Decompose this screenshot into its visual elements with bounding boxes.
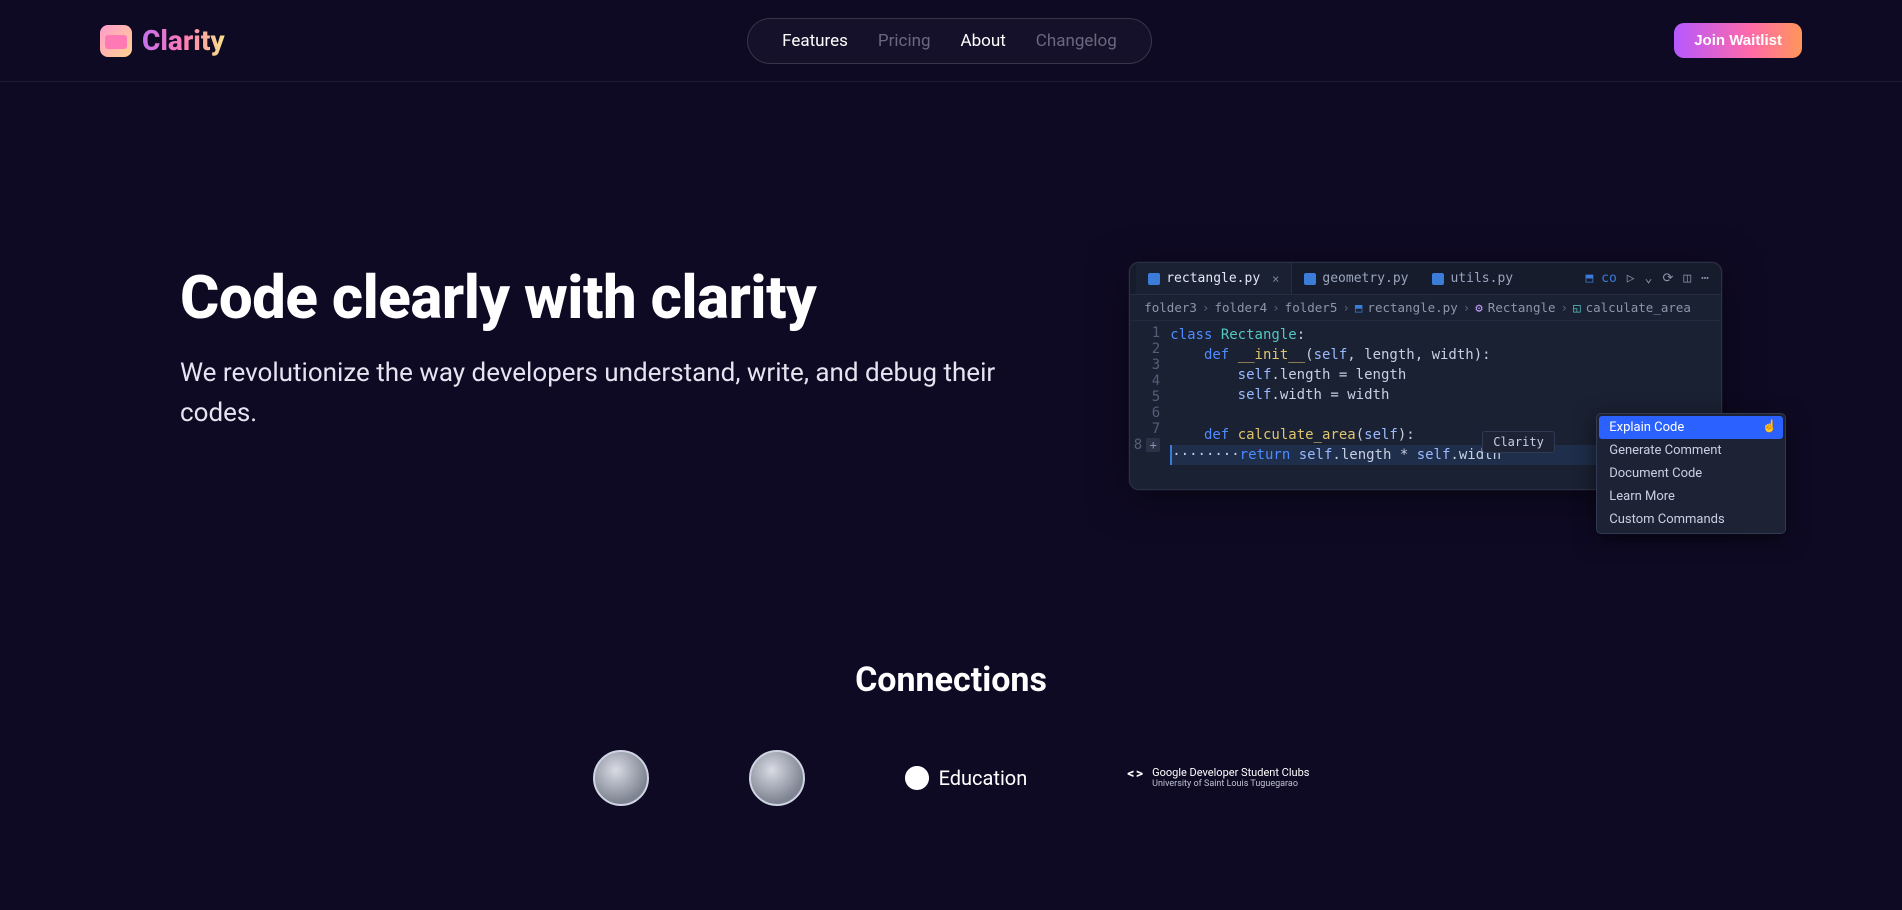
partner-badge-2 [749,750,805,806]
nav-features[interactable]: Features [782,31,848,51]
partner-badge-1 [593,750,649,806]
python-file-icon: ⬒ [1355,300,1363,315]
nav-pricing[interactable]: Pricing [878,31,931,51]
breadcrumb-func: calculate_area [1586,300,1691,315]
partner-gdsc: < > Google Developer Student Clubs Unive… [1127,766,1309,790]
connections-heading: Connections [0,660,1902,700]
method-icon: ◱ [1573,300,1581,315]
breadcrumb-seg: folder4 [1214,300,1267,315]
cursor-pointer-icon: ☝ [1762,419,1777,433]
ctx-item-custom[interactable]: Custom Commands [1599,508,1783,531]
brand-block[interactable]: Clarity [100,24,225,57]
editor-action-co[interactable]: ⬒ co [1585,271,1616,286]
nav-about[interactable]: About [961,31,1006,51]
hover-tooltip: Clarity [1482,431,1555,453]
brand-wordmark: Clarity [142,24,225,57]
tab-label: geometry.py [1322,271,1408,286]
breadcrumb-class: Rectangle [1488,300,1556,315]
gdsc-brackets-icon: < > [1127,766,1142,783]
ctx-item-explain[interactable]: Explain Code ☝ [1599,416,1783,439]
close-icon[interactable]: × [1272,272,1279,286]
ctx-item-generate[interactable]: Generate Comment [1599,439,1783,462]
connections-section: Connections Education < > Google Develop… [0,660,1902,866]
github-edu-label: Education [939,766,1028,790]
ctx-item-learn[interactable]: Learn More [1599,485,1783,508]
ctx-item-document[interactable]: Document Code [1599,462,1783,485]
editor-tab[interactable]: geometry.py [1292,263,1420,294]
class-icon: ⚙ [1475,300,1483,315]
hero-subtitle: We revolutionize the way developers unde… [180,353,1039,434]
editor-tab[interactable]: rectangle.py × [1136,263,1292,294]
context-menu: Explain Code ☝ Generate Comment Document… [1596,413,1786,534]
hero-title: Code clearly with clarity [180,262,1039,333]
editor-tab[interactable]: utils.py [1420,263,1525,294]
editor-tabs: rectangle.py × geometry.py utils.py ⬒ co… [1130,263,1721,295]
editor-toolbar: ⬒ co ▷ ⌄ ⟳ ◫ ⋯ [1585,271,1715,286]
python-file-icon [1304,273,1316,285]
site-header: Clarity Features Pricing About Changelog… [0,0,1902,82]
github-icon [905,766,929,790]
breadcrumb-seg: folder3 [1144,300,1197,315]
run-icon[interactable]: ▷ [1627,271,1635,286]
add-line-icon[interactable]: + [1146,438,1160,452]
tab-label: rectangle.py [1166,271,1260,286]
main-nav: Features Pricing About Changelog [747,18,1152,64]
join-waitlist-button[interactable]: Join Waitlist [1674,23,1802,58]
breadcrumb-seg: folder5 [1285,300,1338,315]
hero-copy: Code clearly with clarity We revolutioni… [180,262,1039,434]
chevron-down-icon[interactable]: ⌄ [1645,271,1653,286]
line-gutter: 1 2 3 4 5 6 7 8 + [1130,321,1170,489]
breadcrumb-file: rectangle.py [1367,300,1457,315]
gdsc-title: Google Developer Student Clubs [1152,766,1309,779]
editor-breadcrumb[interactable]: folder3› folder4› folder5› ⬒ rectangle.p… [1130,295,1721,321]
refresh-icon[interactable]: ⟳ [1662,271,1673,286]
nav-changelog[interactable]: Changelog [1036,31,1117,51]
brand-logo-icon [100,25,132,57]
partner-github-education: Education [905,766,1028,790]
split-editor-icon[interactable]: ◫ [1683,271,1691,286]
more-icon[interactable]: ⋯ [1701,271,1709,286]
code-editor-preview: rectangle.py × geometry.py utils.py ⬒ co… [1129,262,1722,490]
partner-logos: Education < > Google Developer Student C… [0,750,1902,806]
python-file-icon [1432,273,1444,285]
tab-label: utils.py [1450,271,1513,286]
gdsc-sub: University of Saint Louis Tuguegarao [1152,779,1309,790]
python-file-icon [1148,273,1160,285]
hero-section: Code clearly with clarity We revolutioni… [0,82,1902,490]
